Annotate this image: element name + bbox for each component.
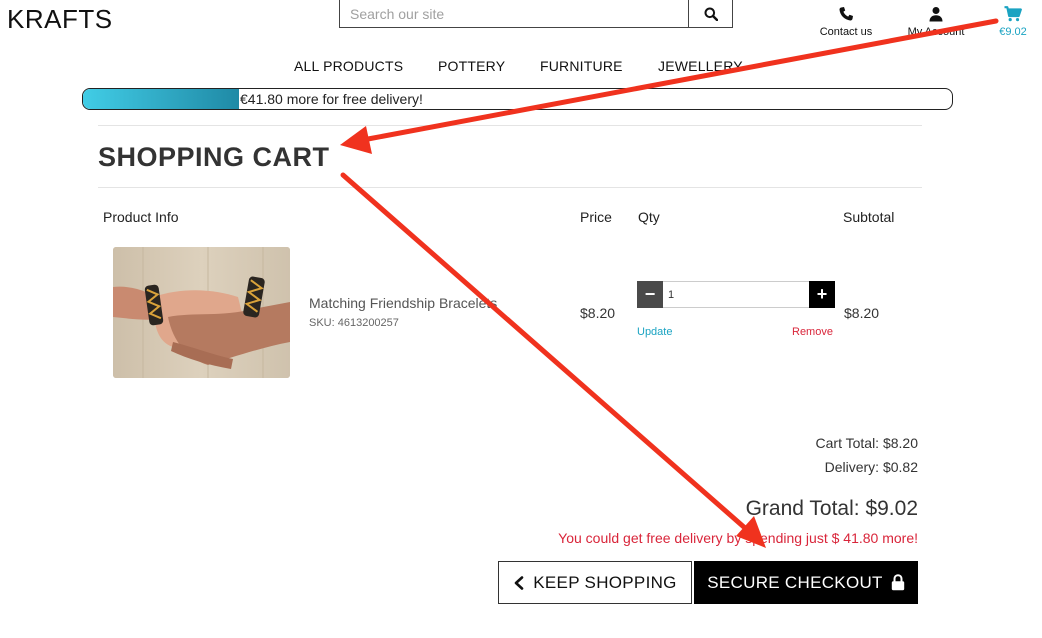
delivery-cost: Delivery: $0.82 (824, 459, 918, 475)
product-price: $8.20 (580, 305, 616, 321)
secure-checkout-button[interactable]: SECURE CHECKOUT (694, 561, 918, 604)
arrow-to-secure-checkout (340, 172, 766, 548)
header-product-info: Product Info (103, 209, 179, 225)
cart-icon (1004, 6, 1022, 22)
cart-amount: €9.02 (999, 26, 1027, 38)
nav-item-all-products[interactable]: ALL PRODUCTS (294, 58, 403, 74)
product-name[interactable]: Matching Friendship Bracelets (309, 295, 497, 311)
quantity-stepper: − + (637, 281, 835, 308)
site-logo[interactable]: KRAFTS (7, 4, 113, 35)
main-nav: ALL PRODUCTS POTTERY FURNITURE JEWELLERY (0, 58, 1042, 76)
progress-fill (83, 89, 240, 109)
nav-item-furniture[interactable]: FURNITURE (540, 58, 623, 74)
search-button[interactable] (688, 0, 732, 27)
divider (98, 187, 922, 188)
header-qty: Qty (638, 209, 660, 225)
product-sku: SKU: 4613200257 (309, 317, 399, 329)
update-link[interactable]: Update (637, 326, 672, 338)
header-subtotal: Subtotal (843, 209, 895, 225)
search-icon (704, 7, 718, 21)
grand-total: Grand Total: $9.02 (745, 497, 918, 520)
contact-label: Contact us (819, 26, 873, 38)
header-price: Price (580, 209, 612, 225)
decrease-qty-button[interactable]: − (637, 281, 663, 308)
free-delivery-message: You could get free delivery by spending … (558, 530, 918, 546)
user-icon (929, 7, 943, 22)
product-image[interactable] (113, 247, 290, 378)
chevron-left-icon (514, 575, 524, 590)
keep-shopping-label: KEEP SHOPPING (533, 572, 677, 592)
free-delivery-progress: €41.80 more for free delivery! (82, 88, 953, 110)
secure-checkout-label: SECURE CHECKOUT (707, 572, 883, 592)
divider (98, 125, 922, 126)
keep-shopping-button[interactable]: KEEP SHOPPING (498, 561, 692, 604)
lock-icon (891, 574, 904, 591)
contact-link[interactable]: Contact us (812, 6, 880, 38)
nav-item-jewellery[interactable]: JEWELLERY (658, 58, 743, 74)
account-link[interactable]: My Account (900, 6, 972, 38)
bracelets-photo (113, 247, 290, 378)
page-title: SHOPPING CART (98, 142, 330, 172)
cart-total: Cart Total: $8.20 (815, 435, 918, 451)
cart-link[interactable]: €9.02 (990, 6, 1036, 38)
nav-item-pottery[interactable]: POTTERY (438, 58, 505, 74)
phone-icon (839, 7, 853, 21)
item-subtotal: $8.20 (844, 305, 880, 321)
remove-link[interactable]: Remove (792, 326, 833, 338)
progress-text: €41.80 more for free delivery! (240, 91, 423, 107)
quantity-input[interactable] (668, 286, 798, 304)
account-label: My Account (907, 26, 965, 38)
search-bar (339, 0, 733, 28)
increase-qty-button[interactable]: + (809, 281, 835, 308)
search-input[interactable] (340, 0, 688, 27)
